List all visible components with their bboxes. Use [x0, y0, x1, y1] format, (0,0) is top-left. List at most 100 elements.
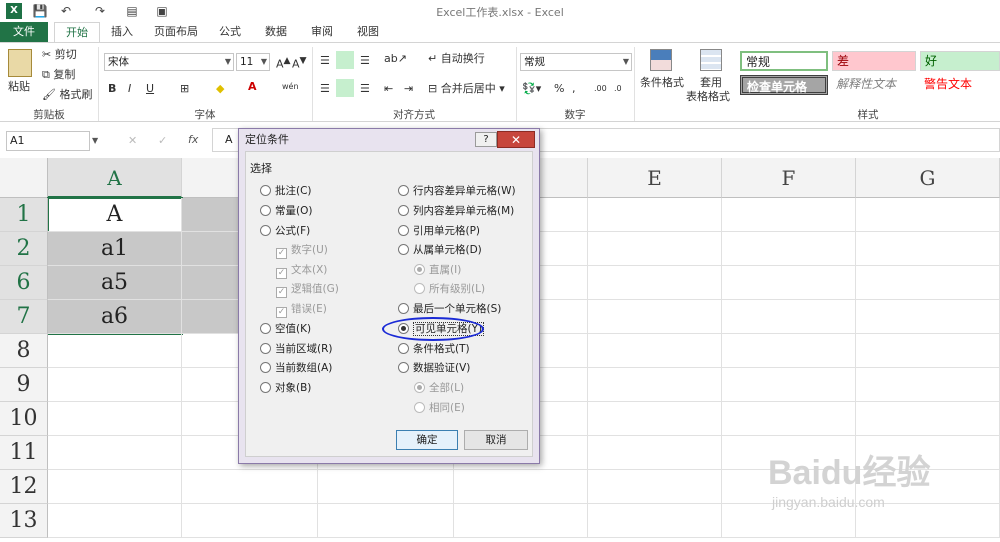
row-header[interactable]: 8	[0, 334, 48, 368]
insert-function-button[interactable]: fx	[188, 133, 198, 146]
tab-review[interactable]: 审阅	[304, 22, 340, 42]
right-option-radio[interactable]: 条件格式(T)	[398, 340, 470, 358]
tab-page-layout[interactable]: 页面布局	[148, 22, 204, 42]
style-explanatory[interactable]: 解释性文本	[832, 75, 916, 95]
help-button[interactable]: ?	[475, 132, 497, 147]
left-option-radio[interactable]: 当前数组(A)	[260, 359, 332, 377]
cell[interactable]	[588, 504, 722, 538]
ok-button[interactable]: 确定	[396, 430, 458, 450]
tab-formulas[interactable]: 公式	[212, 22, 248, 42]
increase-decimal-icon[interactable]: .00	[594, 81, 607, 97]
align-middle-icon[interactable]	[336, 51, 354, 69]
cell-a[interactable]: A	[48, 198, 182, 232]
name-box[interactable]: A1	[6, 131, 90, 151]
right-option-radio[interactable]: 最后一个单元格(S)	[398, 300, 501, 318]
row-header[interactable]: 2	[0, 232, 48, 266]
underline-button[interactable]: U	[146, 81, 154, 97]
left-option-radio[interactable]: 常量(O)	[260, 202, 312, 220]
column-header-g[interactable]: G	[856, 158, 1000, 198]
right-option-radio[interactable]: 行内容差异单元格(W)	[398, 182, 516, 200]
right-option-radio[interactable]: 从属单元格(D)	[398, 241, 482, 259]
align-right-icon[interactable]: ☰	[360, 81, 370, 97]
font-size-combo[interactable]: 11 ▼	[236, 53, 270, 71]
cell[interactable]	[588, 402, 722, 436]
format-as-table-label-2[interactable]: 表格格式	[686, 89, 730, 105]
align-left-icon[interactable]: ☰	[320, 81, 330, 97]
shrink-font-icon[interactable]: A▼	[292, 53, 307, 73]
close-button[interactable]: ✕	[497, 131, 535, 148]
row-header[interactable]: 7	[0, 300, 48, 334]
cell[interactable]	[588, 198, 722, 232]
enter-icon[interactable]: ✓	[158, 134, 167, 147]
align-center-icon[interactable]	[336, 79, 354, 97]
right-option-radio[interactable]: 相同(E)	[414, 399, 465, 417]
cell-a[interactable]	[48, 402, 182, 436]
column-header-a[interactable]: A	[48, 158, 182, 198]
style-check-cell[interactable]: 检查单元格	[740, 75, 828, 95]
cell[interactable]	[856, 198, 1000, 232]
comma-style-icon[interactable]: ,	[572, 81, 576, 97]
cell[interactable]	[588, 470, 722, 504]
cell[interactable]	[722, 232, 856, 266]
cell[interactable]	[722, 198, 856, 232]
cell-a[interactable]	[48, 504, 182, 538]
cell-a[interactable]: a5	[48, 266, 182, 300]
formula-type-checkbox[interactable]: ✓ 错误(E)	[276, 300, 327, 318]
cell[interactable]	[588, 368, 722, 402]
style-good[interactable]: 好	[920, 51, 1000, 71]
chevron-down-icon[interactable]: ▼	[92, 136, 98, 145]
conditional-format-icon[interactable]	[650, 49, 672, 71]
orientation-icon[interactable]: ab↗	[384, 51, 407, 67]
cell[interactable]	[856, 368, 1000, 402]
row-header[interactable]: 9	[0, 368, 48, 402]
formula-type-checkbox[interactable]: ✓ 逻辑值(G)	[276, 280, 339, 298]
copy-button[interactable]: ⧉ 复制	[42, 67, 75, 83]
currency-icon[interactable]: 💱▾	[522, 81, 541, 97]
cell[interactable]	[856, 266, 1000, 300]
cell[interactable]	[856, 334, 1000, 368]
column-header-f[interactable]: F	[722, 158, 856, 198]
font-name-combo[interactable]: 宋体 ▼	[104, 53, 234, 71]
right-option-radio[interactable]: 数据验证(V)	[398, 359, 470, 377]
left-option-radio[interactable]: 空值(K)	[260, 320, 311, 338]
percent-button[interactable]: %	[554, 81, 564, 97]
decrease-decimal-icon[interactable]: .0	[614, 81, 622, 97]
tab-home[interactable]: 开始	[54, 22, 100, 42]
cell[interactable]	[722, 368, 856, 402]
cell[interactable]	[588, 300, 722, 334]
row-header[interactable]: 10	[0, 402, 48, 436]
wrap-text-button[interactable]: ↵ 自动换行	[428, 51, 485, 67]
merge-center-button[interactable]: ⊟ 合并后居中 ▾	[428, 81, 505, 97]
right-option-radio[interactable]: 所有级别(L)	[414, 280, 485, 298]
cell[interactable]	[722, 334, 856, 368]
format-as-table-icon[interactable]	[700, 49, 722, 71]
left-option-radio[interactable]: 批注(C)	[260, 182, 312, 200]
align-bottom-icon[interactable]: ☰	[360, 53, 370, 69]
row-header[interactable]: 1	[0, 198, 48, 232]
style-normal[interactable]: 常规	[740, 51, 828, 71]
cell[interactable]	[588, 232, 722, 266]
increase-indent-icon[interactable]: ⇥	[404, 81, 413, 97]
cell-a[interactable]: a1	[48, 232, 182, 266]
cell[interactable]	[722, 402, 856, 436]
cell[interactable]	[856, 300, 1000, 334]
cell-a[interactable]	[48, 436, 182, 470]
cell-a[interactable]: a6	[48, 300, 182, 334]
formula-type-checkbox[interactable]: ✓ 数字(U)	[276, 241, 328, 259]
format-painter-button[interactable]: 🖌 格式刷	[42, 87, 92, 103]
tab-file[interactable]: 文件	[0, 22, 48, 42]
right-option-radio[interactable]: 引用单元格(P)	[398, 222, 480, 240]
borders-icon[interactable]: ⊞	[180, 81, 189, 97]
right-option-radio[interactable]: 直属(I)	[414, 261, 461, 279]
left-option-radio[interactable]: 对象(B)	[260, 379, 311, 397]
cell[interactable]	[588, 266, 722, 300]
formula-type-checkbox[interactable]: ✓ 文本(X)	[276, 261, 327, 279]
number-format-combo[interactable]: 常规 ▼	[520, 53, 632, 71]
right-option-radio[interactable]: 列内容差异单元格(M)	[398, 202, 514, 220]
cell[interactable]	[856, 232, 1000, 266]
paste-label[interactable]: 粘贴	[8, 79, 30, 95]
bold-button[interactable]: B	[108, 81, 116, 97]
row-header[interactable]: 12	[0, 470, 48, 504]
right-option-radio[interactable]: 全部(L)	[414, 379, 464, 397]
italic-button[interactable]: I	[128, 81, 131, 97]
